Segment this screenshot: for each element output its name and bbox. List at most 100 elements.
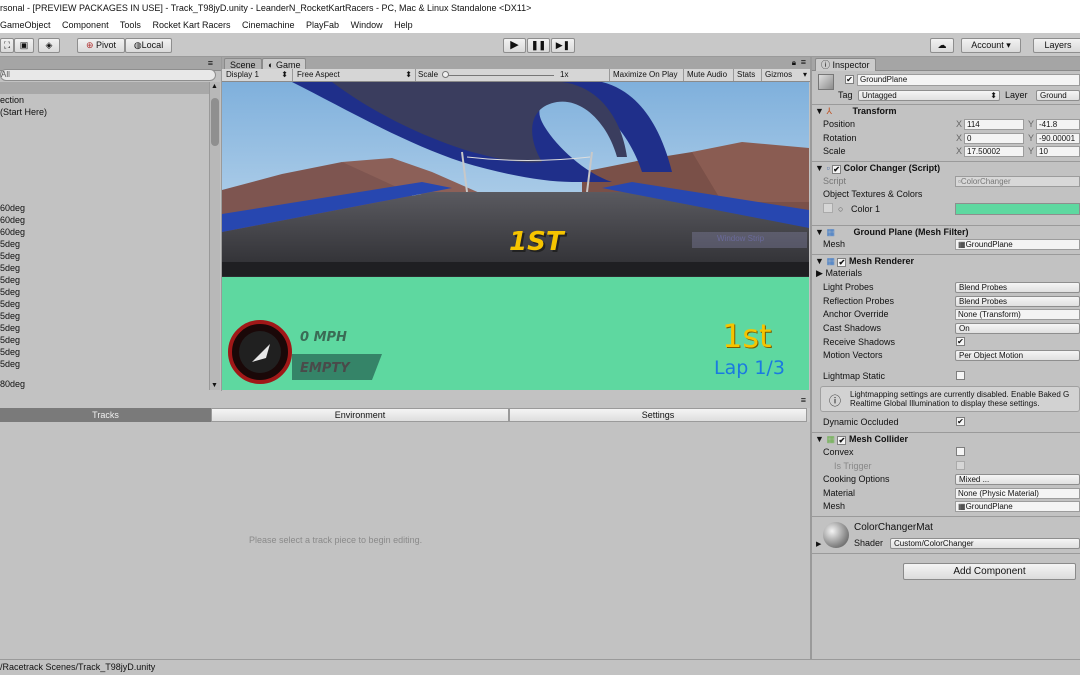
reflection-probes-dropdown[interactable]: Blend Probes [955,296,1080,307]
anchor-override-field[interactable]: None (Transform) [955,309,1080,320]
hierarchy-scrollbar[interactable]: ▲ ▼ [209,82,220,390]
lightmap-static-checkbox[interactable] [956,371,965,380]
list-item[interactable]: 5deg [0,298,20,310]
scale-slider-handle[interactable] [442,71,449,78]
convex-checkbox[interactable] [956,447,965,456]
transform-header[interactable]: ▼ ⅄ Transform [812,104,1080,118]
menu-cinemachine[interactable]: Cinemachine [242,20,295,30]
list-item[interactable]: 5deg [0,346,20,358]
panel-menu-icon[interactable]: ≡ [801,57,806,67]
texture-slot[interactable] [823,203,833,213]
game-viewport[interactable]: 1ST 0 MPH EMPTY 1st Lap 1/3 Window Strip [222,82,809,390]
layers-dropdown[interactable]: Layers [1033,38,1080,53]
receive-shadows-checkbox[interactable]: ✔ [956,337,965,346]
menu-rocket-kart-racers[interactable]: Rocket Kart Racers [152,20,230,30]
scrollbar-thumb[interactable] [211,98,219,146]
light-probes-dropdown[interactable]: Blend Probes [955,282,1080,293]
pause-button[interactable]: ❚❚ [527,38,550,53]
stats-toggle[interactable]: Stats [733,69,758,81]
local-button[interactable]: ◍Local [125,38,172,53]
list-item[interactable]: ection [0,94,24,106]
mute-audio-toggle[interactable]: Mute Audio [683,69,730,81]
mesh-renderer-header[interactable]: ▼ ▦ ✔ Mesh Renderer [812,254,1080,268]
list-item[interactable]: 5deg [0,358,20,370]
foldout-icon[interactable]: ▼ [815,227,824,237]
transform-tool-icon[interactable]: ▣ [14,38,34,53]
list-item[interactable]: 5deg [0,334,20,346]
object-name-field[interactable]: GroundPlane [857,74,1080,86]
list-item[interactable]: 5deg [0,286,20,298]
foldout-right-icon[interactable]: ▶ [816,540,821,548]
color-changer-header[interactable]: ▼ ▫ ✔ Color Changer (Script) [812,161,1080,175]
rotation-x-field[interactable]: 0 [964,133,1024,144]
materials-foldout[interactable]: ▶ Materials [816,267,862,279]
pivot-button[interactable]: ⊕ Pivot [77,38,125,53]
lock-icon[interactable]: 🔒︎ [792,58,796,68]
foldout-icon[interactable]: ▼ [815,256,824,266]
list-item[interactable]: 60deg [0,226,25,238]
hierarchy-scene-header[interactable] [0,82,209,94]
physic-material-field[interactable]: None (Physic Material) [955,488,1080,499]
list-item[interactable]: 60deg [0,214,25,226]
menu-window[interactable]: Window [351,20,383,30]
mesh-filter-header[interactable]: ▼ ▦ Ground Plane (Mesh Filter) [812,225,1080,239]
dynamic-occluded-checkbox[interactable]: ✔ [956,417,965,426]
list-item[interactable]: 5deg [0,274,20,286]
rotation-y-field[interactable]: -90.00001 [1036,133,1080,144]
cloud-button[interactable]: ☁ [930,38,954,53]
color-changer-enabled-checkbox[interactable]: ✔ [832,165,842,174]
list-item[interactable]: (Start Here) [0,106,47,118]
display-dropdown[interactable]: Display 1 ⬍ [226,69,288,81]
list-item[interactable]: 5deg [0,238,20,250]
menu-playfab[interactable]: PlayFab [306,20,339,30]
step-button[interactable]: ▶❚ [551,38,575,53]
mesh-collider-header[interactable]: ▼ ▦ ✔ Mesh Collider [812,432,1080,446]
tab-inspector[interactable]: ⓘ Inspector [815,58,876,71]
position-x-field[interactable]: 114 [964,119,1024,130]
foldout-icon[interactable]: ▼ [815,163,824,173]
panel-menu-icon[interactable]: ≡ [208,58,213,68]
maximize-on-play-toggle[interactable]: Maximize On Play [609,69,680,81]
play-button[interactable]: ▶ [503,38,526,53]
rect-tool-icon[interactable]: ⛶ [0,38,14,53]
list-item[interactable]: 5deg [0,250,20,262]
cooking-options-dropdown[interactable]: Mixed ... [955,474,1080,485]
motion-vectors-dropdown[interactable]: Per Object Motion [955,350,1080,361]
cast-shadows-dropdown[interactable]: On [955,323,1080,334]
list-item[interactable]: 5deg [0,322,20,334]
scale-x-field[interactable]: 17.50002 [964,146,1024,157]
collider-mesh-field[interactable]: ▦GroundPlane [955,501,1080,512]
scale-slider[interactable] [444,75,554,76]
custom-tool-icon[interactable]: ◈ [38,38,60,53]
foldout-icon[interactable]: ▼ [815,106,824,116]
add-component-button[interactable]: Add Component [903,563,1076,580]
list-item[interactable]: 5deg [0,310,20,322]
account-dropdown[interactable]: Account ▾ [961,38,1021,53]
tab-tracks[interactable]: Tracks [0,408,211,422]
menu-help[interactable]: Help [394,20,413,30]
menu-component[interactable]: Component [62,20,109,30]
foldout-icon[interactable]: ▼ [815,434,824,444]
hierarchy-search-input[interactable]: All [0,69,216,81]
tab-settings[interactable]: Settings [509,408,807,422]
mesh-collider-enabled-checkbox[interactable]: ✔ [837,436,847,445]
scale-control[interactable]: Scale 1x [415,69,575,81]
list-item[interactable]: 5deg [0,262,20,274]
list-item[interactable]: 80deg [0,378,25,390]
gizmos-dropdown[interactable]: Gizmos ▾ [761,69,807,81]
active-checkbox[interactable]: ✔ [845,75,854,84]
scale-y-field[interactable]: 10 [1036,146,1080,157]
tab-environment[interactable]: Environment [211,408,509,422]
scroll-up-icon[interactable]: ▲ [211,83,218,90]
shader-dropdown[interactable]: Custom/ColorChanger [890,538,1080,549]
layer-dropdown[interactable]: Ground [1036,90,1080,101]
menu-tools[interactable]: Tools [120,20,141,30]
color1-swatch[interactable] [955,203,1080,215]
aspect-dropdown[interactable]: Free Aspect ⬍ [292,69,412,81]
scroll-down-icon[interactable]: ▼ [211,382,218,389]
position-y-field[interactable]: -41.8 [1036,119,1080,130]
tag-dropdown[interactable]: Untagged ⬍ [858,90,1000,101]
menu-gameobject[interactable]: GameObject [0,20,51,30]
mesh-field[interactable]: ▦GroundPlane [955,239,1080,250]
list-item[interactable]: 60deg [0,202,25,214]
